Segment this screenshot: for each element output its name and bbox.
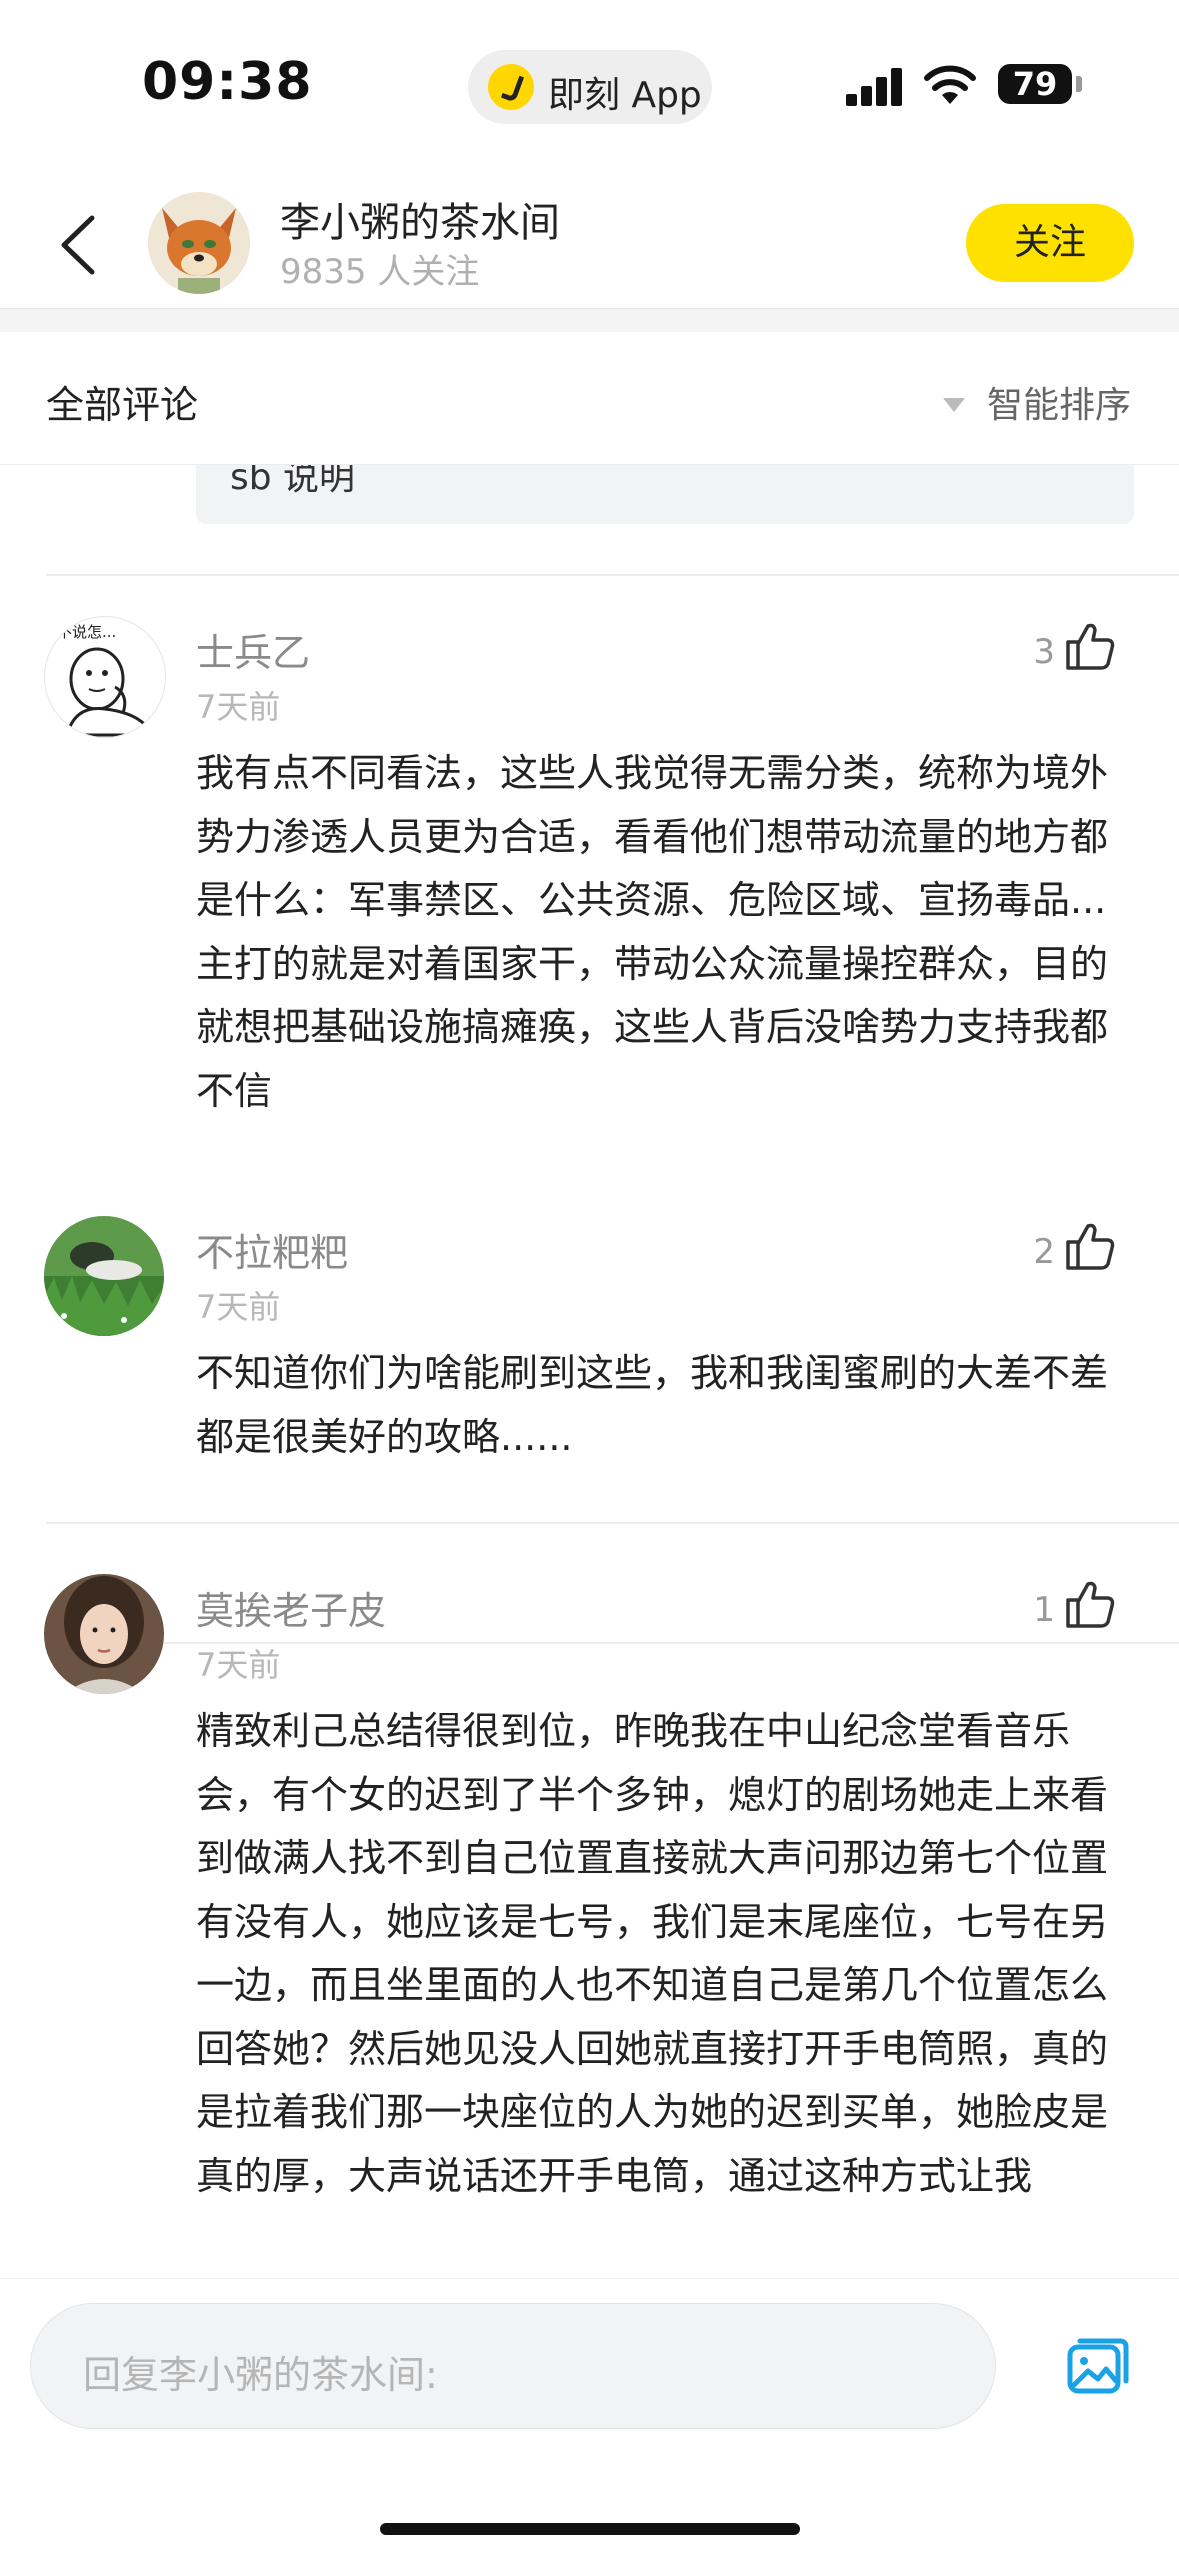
comment-time: 7天前 — [196, 1646, 281, 1684]
status-time: 09:38 — [142, 52, 313, 112]
commenter-avatar[interactable]: 不说怎... — [44, 616, 166, 738]
meme-caption: 不说怎... — [57, 623, 116, 641]
reply-input[interactable]: 回复李小粥的茶水间: — [30, 2303, 996, 2429]
commenter-name[interactable]: 士兵乙 — [196, 622, 310, 677]
section-gap — [0, 308, 1179, 333]
comment-time: 7天前 — [196, 1288, 281, 1326]
follow-button[interactable]: 关注 — [966, 204, 1134, 282]
reply-placeholder: 回复李小粥的茶水间: — [83, 2353, 438, 2397]
comment-list[interactable]: sb 说明 不说怎... 士兵乙 7天前 3 我有点不同看法，这些人我觉得无需分… — [0, 464, 1179, 2278]
back-arrow-icon[interactable] — [52, 210, 112, 280]
thumbs-up-icon[interactable] — [1064, 1220, 1116, 1272]
commenter-name[interactable]: 莫挨老子皮 — [196, 1580, 386, 1635]
home-indicator[interactable] — [380, 2523, 800, 2535]
app-pill-label: 即刻 App — [548, 75, 702, 116]
quoted-reply-box: sb 说明 — [196, 464, 1134, 524]
all-comments-title: 全部评论 — [46, 383, 199, 427]
sort-toggle[interactable]: 智能排序 — [942, 376, 1131, 428]
divider — [46, 1522, 1179, 1524]
channel-name: 李小粥的茶水间 — [280, 200, 560, 246]
fox-avatar-image — [148, 192, 250, 294]
thumbs-up-icon[interactable] — [1064, 1578, 1116, 1630]
comment-text: 精致利己总结得很到位，昨晚我在中山纪念堂看音乐会，有个女的迟到了半个多钟，熄灯的… — [196, 1709, 1109, 2198]
cellular-signal-icon — [846, 66, 904, 106]
like-count: 1 — [1033, 1590, 1055, 1630]
battery-tip — [1076, 76, 1082, 92]
wifi-icon — [924, 65, 976, 104]
quoted-reply-text: sb 说明 — [230, 464, 356, 498]
channel-header: 李小粥的茶水间 9835 人关注 关注 — [0, 180, 1179, 308]
channel-avatar[interactable] — [148, 192, 250, 294]
sort-label: 智能排序 — [986, 385, 1131, 426]
divider — [46, 574, 1179, 576]
comment-text: 我有点不同看法，这些人我觉得无需分类，统称为境外势力渗透人员更为合适，看看他们想… — [196, 751, 1109, 1113]
commenter-name[interactable]: 不拉粑粑 — [196, 1222, 348, 1277]
battery-level: 79 — [1012, 65, 1058, 103]
commenter-avatar[interactable] — [44, 1216, 164, 1336]
portrait-avatar-image — [44, 1574, 164, 1694]
jike-app-icon — [488, 64, 534, 110]
like-count: 3 — [1033, 632, 1055, 672]
grass-avatar-image — [44, 1216, 164, 1336]
caret-down-icon — [942, 398, 965, 412]
reply-bar: 回复李小粥的茶水间: — [0, 2278, 1179, 2557]
image-picker-icon[interactable] — [1066, 2337, 1130, 2397]
thumbs-up-icon[interactable] — [1064, 620, 1116, 672]
follower-count: 9835 人关注 — [280, 252, 480, 292]
battery-icon: 79 — [998, 64, 1072, 104]
commenter-avatar[interactable] — [44, 1574, 164, 1694]
status-bar: 09:38 即刻 App 79 — [0, 0, 1179, 160]
meme-avatar-image: 不说怎... — [57, 623, 156, 737]
comments-header: 全部评论 智能排序 — [0, 332, 1179, 465]
back-to-app-pill[interactable]: 即刻 App — [468, 50, 712, 124]
like-count: 2 — [1033, 1232, 1055, 1272]
comment-text: 不知道你们为啥能刷到这些，我和我闺蜜刷的大差不差都是很美好的攻略...... — [196, 1351, 1109, 1459]
comment-time: 7天前 — [196, 688, 281, 726]
